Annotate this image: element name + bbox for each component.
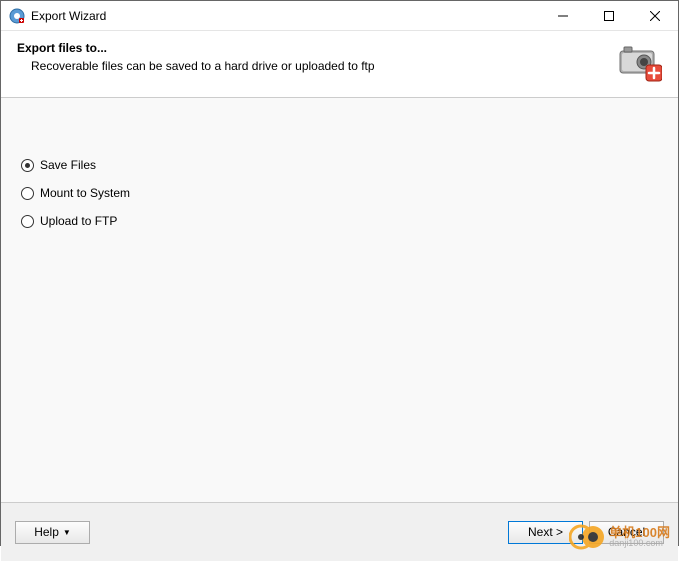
close-icon [650,11,660,21]
app-icon [9,8,25,24]
titlebar: Export Wizard [1,1,678,31]
window-controls [540,1,678,30]
close-button[interactable] [632,1,678,30]
header-subtitle: Recoverable files can be saved to a hard… [17,59,608,73]
maximize-button[interactable] [586,1,632,30]
cancel-button-label: Cancel [608,525,645,539]
wizard-content: Save Files Mount to System Upload to FTP [1,98,678,503]
cancel-button[interactable]: Cancel [589,521,664,544]
radio-label: Save Files [40,158,96,172]
help-button[interactable]: Help ▼ [15,521,90,544]
export-options-group: Save Files Mount to System Upload to FTP [21,158,658,228]
camera-export-icon [618,43,662,83]
maximize-icon [604,11,614,21]
radio-mount-system[interactable]: Mount to System [21,186,658,200]
radio-icon [21,215,34,228]
minimize-icon [558,11,568,21]
window-title: Export Wizard [31,9,540,23]
radio-icon [21,187,34,200]
radio-save-files[interactable]: Save Files [21,158,658,172]
footer-right-buttons: Next > Cancel [508,521,664,544]
chevron-down-icon: ▼ [63,528,71,537]
help-button-label: Help [34,525,59,539]
wizard-header: Export files to... Recoverable files can… [1,31,678,98]
wizard-footer: Help ▼ Next > Cancel 单机100网 danji100.com [1,503,678,561]
radio-label: Upload to FTP [40,214,117,228]
radio-icon [21,159,34,172]
header-text: Export files to... Recoverable files can… [17,41,608,73]
header-title: Export files to... [17,41,608,55]
next-button-label: Next > [528,525,563,539]
minimize-button[interactable] [540,1,586,30]
next-button[interactable]: Next > [508,521,583,544]
radio-upload-ftp[interactable]: Upload to FTP [21,214,658,228]
radio-label: Mount to System [40,186,130,200]
